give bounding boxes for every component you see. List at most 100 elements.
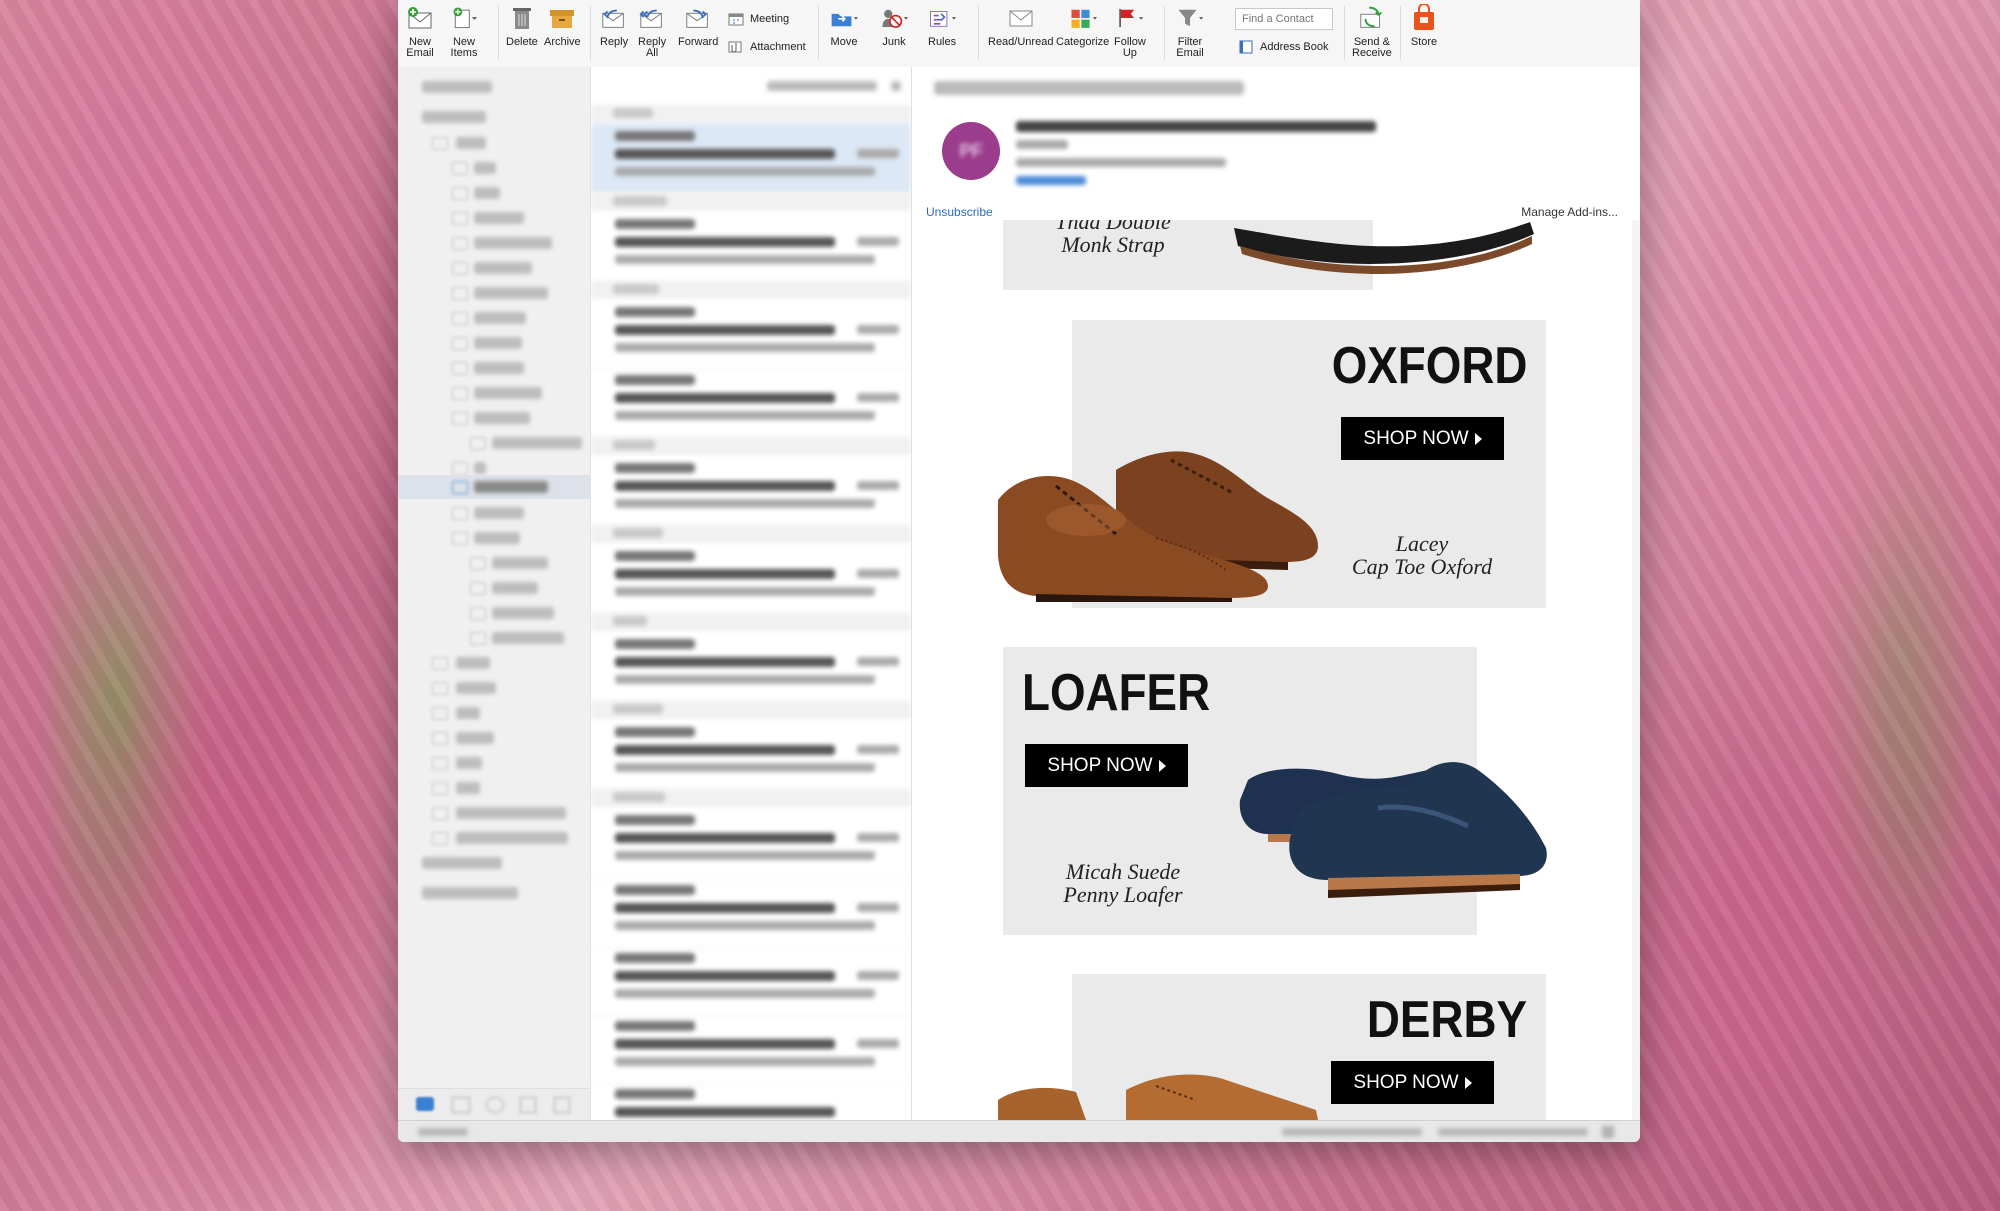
folder-item[interactable]: [456, 757, 482, 769]
folder-icon: [452, 507, 468, 520]
new-items-icon: [450, 4, 478, 32]
product-name: Thad Double Monk Strap: [1055, 220, 1171, 257]
manage-addins-link[interactable]: Manage Add-ins...: [1521, 205, 1618, 219]
sort-control[interactable]: [767, 81, 877, 91]
folder-icon: [452, 462, 468, 475]
attachment-button[interactable]: Attachment: [728, 40, 806, 54]
message-row[interactable]: [591, 367, 911, 438]
folder-item[interactable]: [474, 287, 548, 299]
move-button[interactable]: Move: [830, 4, 858, 48]
folder-icon: [452, 287, 468, 300]
message-row[interactable]: [591, 299, 911, 370]
junk-button[interactable]: Junk: [880, 4, 908, 48]
folder-item[interactable]: [474, 262, 532, 274]
folder-item[interactable]: [474, 507, 524, 519]
folder-item[interactable]: [422, 887, 518, 899]
categorize-button[interactable]: Categorize: [1056, 4, 1109, 48]
message-row[interactable]: [591, 807, 911, 878]
folder-item[interactable]: [492, 632, 564, 644]
folder-item[interactable]: [474, 481, 548, 493]
date-group-header: [591, 105, 911, 123]
tasks-module-icon[interactable]: [520, 1097, 536, 1113]
folder-icon: [470, 557, 486, 570]
store-button[interactable]: Store: [1410, 4, 1438, 48]
show-details-link[interactable]: [1016, 176, 1086, 185]
folder-item[interactable]: [474, 412, 530, 424]
folder-item[interactable]: [474, 187, 500, 199]
message-row[interactable]: [591, 455, 911, 526]
folder-icon: [452, 237, 468, 250]
folder-item[interactable]: [456, 807, 566, 819]
date-group-header: [591, 193, 911, 211]
shop-now-button-oxford[interactable]: SHOP NOW: [1341, 417, 1504, 460]
folder-item[interactable]: [474, 312, 526, 324]
folder-item[interactable]: [474, 212, 524, 224]
folder-icon: [452, 387, 468, 400]
reply-button[interactable]: Reply: [600, 4, 628, 48]
message-row[interactable]: [591, 1013, 911, 1084]
folder-item[interactable]: [474, 337, 522, 349]
folder-item[interactable]: [492, 437, 582, 449]
folder-item[interactable]: [474, 237, 552, 249]
shop-now-button-derby[interactable]: SHOP NOW: [1331, 1061, 1494, 1104]
reply-all-button[interactable]: Reply All: [638, 4, 666, 59]
message-row[interactable]: [591, 945, 911, 1016]
folder-item[interactable]: [422, 857, 502, 869]
folder-item[interactable]: [474, 532, 520, 544]
delete-button[interactable]: Delete: [506, 4, 538, 48]
meeting-button[interactable]: Meeting: [728, 12, 789, 26]
shop-now-button-loafer[interactable]: SHOP NOW: [1025, 744, 1188, 787]
new-items-button[interactable]: New Items: [450, 4, 478, 59]
date-line: [1016, 158, 1226, 167]
folder-item[interactable]: [456, 782, 480, 794]
calendar-module-icon[interactable]: [452, 1097, 470, 1113]
ribbon-separator: [1400, 6, 1401, 60]
archive-button[interactable]: Archive: [544, 4, 581, 48]
folder-item[interactable]: [456, 732, 494, 744]
email-body: Thad Double Monk Strap OXFORD SHOP NOW L…: [912, 220, 1640, 1120]
filter-email-button[interactable]: Filter Email: [1176, 4, 1204, 59]
folder-item[interactable]: [456, 137, 486, 149]
send-receive-button[interactable]: Send & Receive: [1352, 4, 1392, 59]
folder-item[interactable]: [474, 162, 496, 174]
folder-item[interactable]: [422, 111, 486, 123]
folder-item[interactable]: [474, 462, 486, 474]
notes-module-icon[interactable]: [554, 1097, 570, 1113]
mail-module-icon[interactable]: [416, 1097, 434, 1111]
message-row-selected[interactable]: [591, 123, 911, 194]
folder-icon: [452, 412, 468, 425]
sender-line[interactable]: [1016, 121, 1376, 132]
folder-item[interactable]: [474, 362, 524, 374]
folder-item[interactable]: [492, 557, 548, 569]
folder-item[interactable]: [492, 582, 538, 594]
folder-item[interactable]: [456, 657, 490, 669]
message-row[interactable]: [591, 211, 911, 282]
sort-direction-icon[interactable]: [891, 81, 901, 91]
follow-up-button[interactable]: Follow Up: [1114, 4, 1146, 59]
folder-icon: [452, 337, 468, 350]
rules-button[interactable]: Rules: [928, 4, 956, 48]
folder-item[interactable]: [422, 81, 492, 93]
folder-icon: [432, 682, 448, 695]
new-email-button[interactable]: New Email: [406, 4, 434, 59]
message-row[interactable]: [591, 877, 911, 948]
trash-icon: [508, 4, 536, 32]
message-row[interactable]: [591, 1081, 911, 1120]
people-module-icon[interactable]: [486, 1097, 504, 1113]
folder-icon: [452, 532, 468, 545]
forward-button[interactable]: Forward: [678, 4, 718, 48]
folder-item[interactable]: [456, 682, 496, 694]
monk-strap-shoe-image: [1234, 222, 1534, 274]
folder-item[interactable]: [474, 387, 542, 399]
reading-pane-scrollbar[interactable]: [1632, 220, 1640, 1120]
folder-item[interactable]: [492, 607, 554, 619]
folder-item[interactable]: [456, 832, 568, 844]
message-row[interactable]: [591, 631, 911, 702]
unsubscribe-link[interactable]: Unsubscribe: [926, 205, 993, 219]
read-unread-button[interactable]: Read/Unread: [988, 4, 1053, 48]
folder-item[interactable]: [456, 707, 480, 719]
find-contact-input[interactable]: [1235, 8, 1333, 30]
address-book-button[interactable]: Address Book: [1238, 40, 1328, 54]
message-row[interactable]: [591, 543, 911, 614]
message-row[interactable]: [591, 719, 911, 790]
